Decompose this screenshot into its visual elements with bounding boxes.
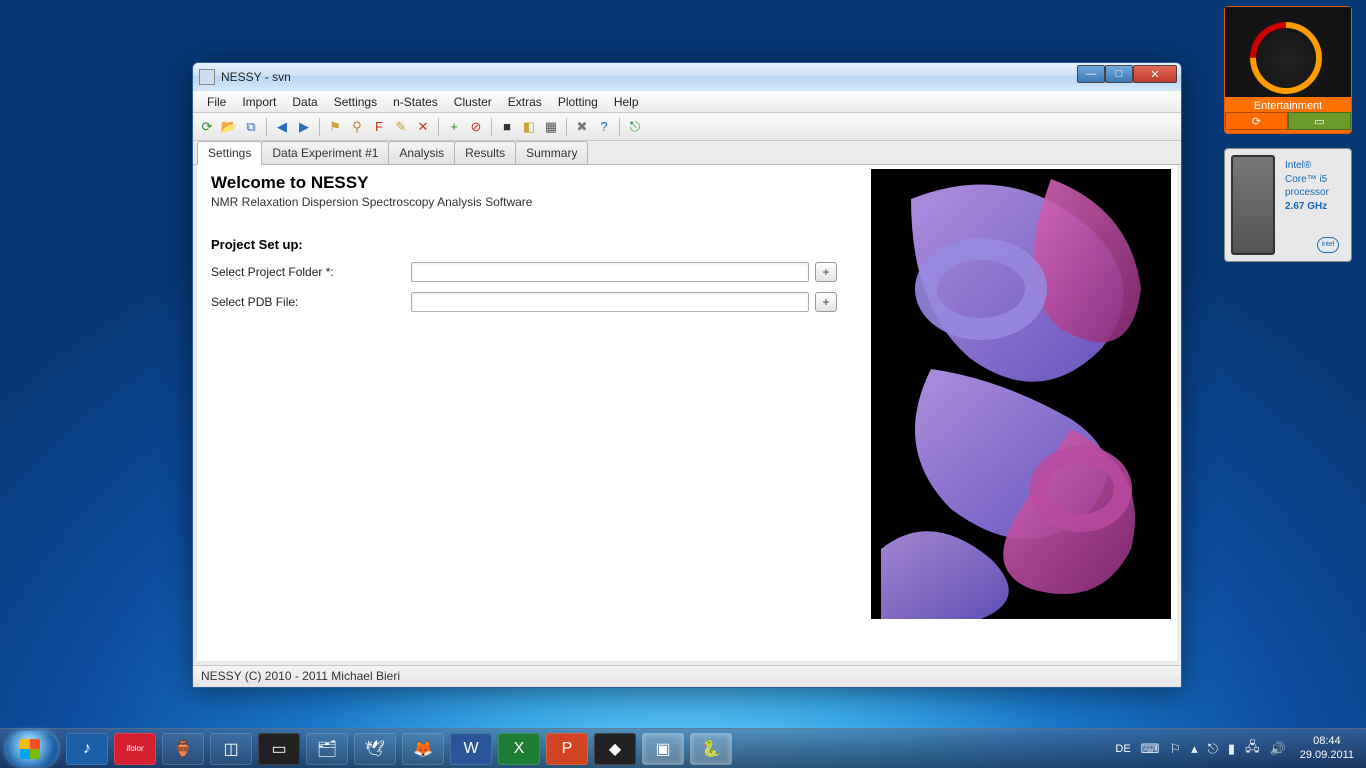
terminal-icon[interactable]: ▭ xyxy=(258,733,300,765)
menu-extras[interactable]: Extras xyxy=(500,92,550,112)
statusbar: NESSY (C) 2010 - 2011 Michael Bieri xyxy=(193,665,1181,687)
battery-icon[interactable]: ▮ xyxy=(1228,741,1235,757)
page-subtitle: NMR Relaxation Dispersion Spectroscopy A… xyxy=(211,195,857,209)
virtualbox-icon[interactable]: ◫ xyxy=(210,733,252,765)
settings-panel: Welcome to NESSY NMR Relaxation Dispersi… xyxy=(197,165,871,661)
menu-settings[interactable]: Settings xyxy=(326,92,385,112)
maximize-button[interactable]: □ xyxy=(1105,65,1133,83)
window-title: NESSY - svn xyxy=(221,70,291,84)
thunderbird-icon[interactable]: 🕊 xyxy=(354,733,396,765)
gauge-icon xyxy=(1225,7,1351,97)
bluetooth-icon[interactable]: ⎋ xyxy=(1208,741,1218,757)
firefox-icon[interactable]: 🦊 xyxy=(402,733,444,765)
powerpoint-icon[interactable]: P xyxy=(546,733,588,765)
menu-import[interactable]: Import xyxy=(234,92,284,112)
exit-icon[interactable]: ⎋ xyxy=(625,117,645,137)
content-area: Welcome to NESSY NMR Relaxation Dispersi… xyxy=(197,165,1177,661)
excel-icon[interactable]: X xyxy=(498,733,540,765)
ifolor-icon[interactable]: ifolor xyxy=(114,733,156,765)
form-row: Select PDB File: + xyxy=(211,292,857,312)
intel-logo-icon: intel xyxy=(1317,237,1339,253)
teapot-icon[interactable]: 🏺 xyxy=(162,733,204,765)
person-icon[interactable]: ⚲ xyxy=(347,117,367,137)
stop-icon[interactable]: ■ xyxy=(497,117,517,137)
clock[interactable]: 08:44 29.09.2011 xyxy=(1300,735,1354,761)
itunes-icon[interactable]: ♪ xyxy=(66,733,108,765)
menu-help[interactable]: Help xyxy=(606,92,647,112)
titlebar[interactable]: NESSY - svn — □ ✕ xyxy=(193,63,1181,91)
system-tray: DE ⌨ ⚐ ▴ ⎋ ▮ 🖧 🔊 08:44 29.09.2011 xyxy=(1115,735,1360,761)
keyboard-icon[interactable]: ⌨ xyxy=(1141,741,1160,757)
browse-folder-button[interactable]: + xyxy=(815,262,837,282)
entertainment-gadget[interactable]: Entertainment ⟳ ▭ xyxy=(1224,6,1352,134)
chevron-up-icon[interactable]: ▴ xyxy=(1191,741,1198,757)
gadget-screen-icon[interactable]: ▭ xyxy=(1288,112,1351,130)
tabstrip: SettingsData Experiment #1AnalysisResult… xyxy=(193,141,1181,165)
cpu-chip-icon xyxy=(1231,155,1275,255)
page-title: Welcome to NESSY xyxy=(211,173,857,193)
taskbar: ♪ifolor🏺◫▭🗂🕊🦊WXP◆▣🐍 DE ⌨ ⚐ ▴ ⎋ ▮ 🖧 🔊 08:… xyxy=(0,728,1366,768)
separator xyxy=(491,118,492,136)
language-indicator[interactable]: DE xyxy=(1115,743,1130,755)
field-label: Select Project Folder *: xyxy=(211,265,411,279)
field-label: Select PDB File: xyxy=(211,295,411,309)
cpu-info: Intel® Core™ i5 processor 2.67 GHz intel xyxy=(1281,149,1351,261)
protein-image xyxy=(871,169,1171,619)
refresh-icon[interactable]: ⟳ xyxy=(197,117,217,137)
action-center-icon[interactable]: ⚐ xyxy=(1169,741,1181,757)
word-icon[interactable]: W xyxy=(450,733,492,765)
network-icon[interactable]: 🖧 xyxy=(1245,738,1260,760)
flag-icon[interactable]: ⚑ xyxy=(325,117,345,137)
edit-icon[interactable]: ✎ xyxy=(391,117,411,137)
volume-icon[interactable]: 🔊 xyxy=(1270,741,1286,757)
browse-file-button[interactable]: + xyxy=(815,292,837,312)
delete-icon[interactable]: ✕ xyxy=(413,117,433,137)
f-icon[interactable]: F xyxy=(369,117,389,137)
app-icon xyxy=(199,69,215,85)
python-icon[interactable]: 🐍 xyxy=(690,733,732,765)
help-icon[interactable]: ? xyxy=(594,117,614,137)
forward-icon[interactable]: ▶ xyxy=(294,117,314,137)
add-icon[interactable]: + xyxy=(444,117,464,137)
tab-summary[interactable]: Summary xyxy=(515,141,588,164)
gadget-power-icon[interactable]: ⟳ xyxy=(1225,112,1288,130)
toolbar: ⟳📂⧉ ◀▶ ⚑⚲F✎✕ +⊘ ■◧▦ ✖? ⎋ xyxy=(193,113,1181,141)
back-icon[interactable]: ◀ xyxy=(272,117,292,137)
user-icon[interactable]: ◧ xyxy=(519,117,539,137)
minimize-button[interactable]: — xyxy=(1077,65,1105,83)
section-heading: Project Set up: xyxy=(211,237,857,252)
entertainment-label: Entertainment xyxy=(1225,97,1351,112)
separator xyxy=(619,118,620,136)
form-row: Select Project Folder *: + xyxy=(211,262,857,282)
grid-icon[interactable]: ▦ xyxy=(541,117,561,137)
menubar: FileImportDataSettingsn-StatesClusterExt… xyxy=(193,91,1181,113)
separator xyxy=(319,118,320,136)
remove-icon[interactable]: ⊘ xyxy=(466,117,486,137)
origin-icon[interactable]: ◆ xyxy=(594,733,636,765)
menu-data[interactable]: Data xyxy=(284,92,325,112)
gadget-app-icon[interactable]: ▣ xyxy=(642,733,684,765)
cpu-gadget[interactable]: Intel® Core™ i5 processor 2.67 GHz intel xyxy=(1224,148,1352,262)
open-folder-icon[interactable]: 📂 xyxy=(219,117,239,137)
tab-analysis[interactable]: Analysis xyxy=(388,141,455,164)
menu-cluster[interactable]: Cluster xyxy=(446,92,500,112)
project-folder-input[interactable] xyxy=(411,262,809,282)
explorer-icon[interactable]: 🗂 xyxy=(306,733,348,765)
tab-results[interactable]: Results xyxy=(454,141,516,164)
separator xyxy=(438,118,439,136)
separator xyxy=(566,118,567,136)
menu-file[interactable]: File xyxy=(199,92,234,112)
tab-settings[interactable]: Settings xyxy=(197,141,262,165)
nessy-window: NESSY - svn — □ ✕ FileImportDataSettings… xyxy=(192,62,1182,688)
close-button[interactable]: ✕ xyxy=(1133,65,1177,83)
separator xyxy=(266,118,267,136)
menu-nstates[interactable]: n-States xyxy=(385,92,446,112)
tab-data-experiment--1[interactable]: Data Experiment #1 xyxy=(261,141,389,164)
tools-icon[interactable]: ✖ xyxy=(572,117,592,137)
pdb-file-input[interactable] xyxy=(411,292,809,312)
copy-icon[interactable]: ⧉ xyxy=(241,117,261,137)
start-button[interactable] xyxy=(6,731,58,767)
menu-plotting[interactable]: Plotting xyxy=(550,92,606,112)
